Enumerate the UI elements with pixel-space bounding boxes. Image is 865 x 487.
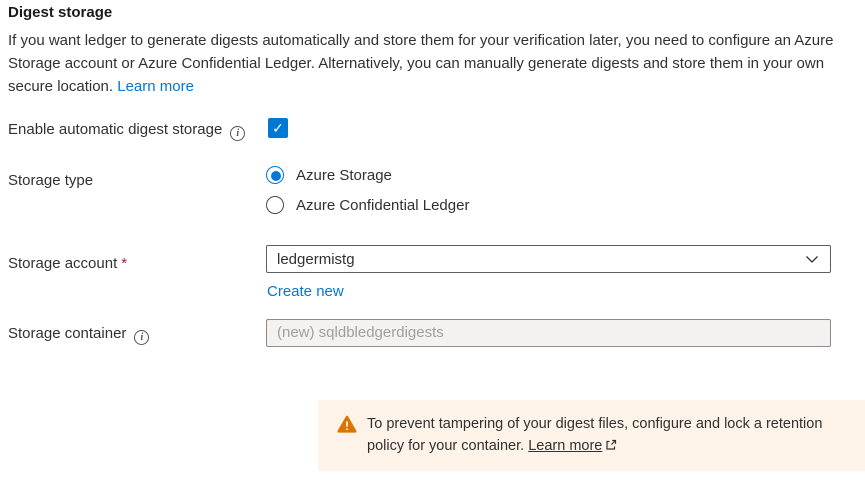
create-new-link[interactable]: Create new (267, 283, 344, 300)
warning-banner: To prevent tampering of your digest file… (318, 400, 865, 471)
info-icon[interactable]: i (134, 330, 149, 345)
radio-option-azure-storage[interactable]: Azure Storage (266, 165, 469, 185)
radio-button-icon (266, 166, 284, 184)
description-learn-more-link[interactable]: Learn more (117, 78, 194, 95)
storage-container-label: Storage container i (8, 325, 149, 345)
storage-type-label: Storage type (8, 172, 93, 189)
storage-account-label: Storage account* (8, 255, 127, 272)
radio-option-label: Azure Storage (296, 167, 392, 184)
storage-account-label-text: Storage account (8, 255, 117, 272)
external-link-icon (605, 436, 617, 458)
required-asterisk: * (121, 255, 127, 272)
digest-storage-panel: Digest storage If you want ledger to gen… (0, 0, 865, 487)
warning-triangle-icon (337, 415, 357, 438)
enable-digest-row-label: Enable automatic digest storage i (8, 121, 245, 141)
radio-button-icon (266, 196, 284, 214)
warning-learn-more-link[interactable]: Learn more (528, 438, 602, 454)
storage-container-label-text: Storage container (8, 325, 126, 342)
checkmark-icon: ✓ (272, 120, 284, 136)
storage-container-input: (new) sqldbledgerdigests (266, 319, 831, 347)
storage-account-dropdown[interactable]: ledgermistg (266, 245, 831, 273)
info-icon[interactable]: i (230, 126, 245, 141)
radio-option-label: Azure Confidential Ledger (296, 197, 469, 214)
description-text: If you want ledger to generate digests a… (8, 29, 858, 98)
radio-option-azure-confidential-ledger[interactable]: Azure Confidential Ledger (266, 195, 469, 215)
enable-digest-checkbox[interactable]: ✓ (268, 118, 288, 138)
enable-digest-label-text: Enable automatic digest storage (8, 121, 222, 138)
chevron-down-icon (804, 251, 820, 267)
storage-type-radio-group: Azure Storage Azure Confidential Ledger (266, 165, 469, 215)
warning-message: To prevent tampering of your digest file… (367, 413, 849, 458)
storage-account-value: ledgermistg (277, 251, 804, 268)
page-title: Digest storage (8, 4, 112, 21)
